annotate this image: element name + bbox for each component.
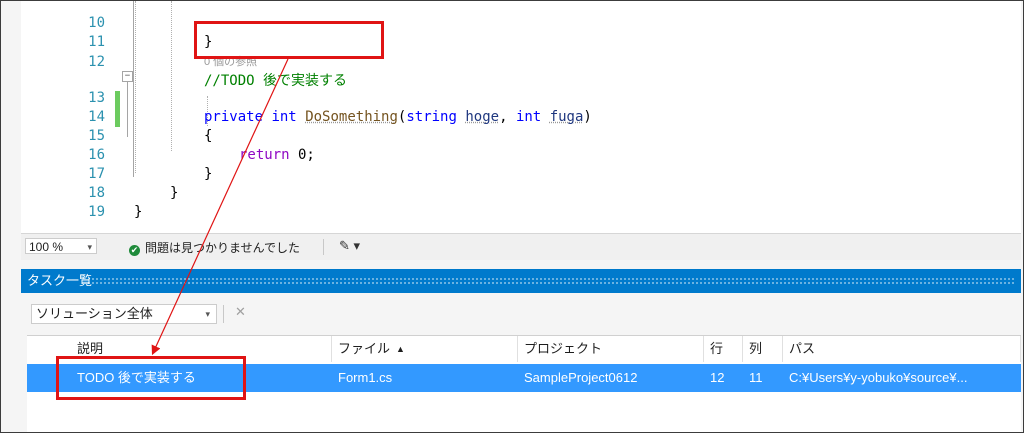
issues-indicator[interactable]: ✔ 問題は見つかりませんでした: [129, 239, 300, 256]
code-line: 10 }: [21, 0, 1021, 50]
editor-status-bar: 100 % ▾ ✔ 問題は見つかりませんでした ✎ ▾: [21, 233, 1021, 260]
column-header-file[interactable]: ファイル ▲: [332, 336, 518, 362]
panel-title: タスク一覧: [27, 273, 93, 288]
zoom-dropdown[interactable]: 100 % ▾: [25, 238, 97, 254]
divider: [223, 305, 224, 323]
code-line: 17 }: [21, 146, 1021, 201]
issues-message: 問題は見つかりませんでした: [145, 241, 301, 255]
cell-project: SampleProject0612: [524, 370, 638, 385]
clear-filter-icon[interactable]: ✕: [235, 304, 246, 320]
annotation-box-task: [56, 356, 246, 400]
column-header-column[interactable]: 列: [743, 336, 783, 362]
zoom-value: 100 %: [29, 240, 64, 254]
task-list-toolbar: ソリューション全体 ▾ ✕: [21, 293, 1021, 335]
column-header-line[interactable]: 行: [704, 336, 743, 362]
drag-grip[interactable]: [87, 277, 1015, 285]
left-margin: [1, 1, 21, 233]
code-line: 15 return 0;: [21, 108, 1021, 163]
code-line: 13 private int DoSomething(string hoge, …: [21, 70, 1021, 125]
line-number: 19: [88, 204, 105, 220]
task-list-header[interactable]: タスク一覧: [21, 269, 1021, 293]
code-line: 18 }: [21, 165, 1021, 220]
cell-path: C:¥Users¥y-yobuko¥source¥...: [789, 370, 968, 385]
annotation-box-code: [194, 21, 384, 59]
code-text: }: [134, 204, 143, 220]
cell-line: 12: [710, 370, 725, 385]
code-line: 14 {: [21, 89, 1021, 144]
column-header-label: ファイル: [338, 341, 391, 356]
check-circle-icon: ✔: [129, 245, 140, 256]
code-line: 12 //TODO 後で実装する: [21, 34, 1021, 89]
code-line: 16 }: [21, 127, 1021, 182]
code-cleanup-icon[interactable]: ✎ ▾: [339, 238, 360, 254]
chevron-down-icon: ▾: [205, 309, 210, 319]
code-line: 19: [21, 184, 1021, 220]
scope-value: ソリューション全体: [36, 306, 153, 321]
column-header-path[interactable]: パス: [783, 336, 1021, 362]
sort-ascending-icon: ▲: [396, 344, 405, 354]
cell-file: Form1.cs: [338, 370, 393, 385]
code-line: 11: [21, 14, 1021, 50]
column-header-project[interactable]: プロジェクト: [518, 336, 704, 362]
cell-column: 11: [749, 370, 763, 385]
code-editor[interactable]: − 10 } 11 12 //TODO 後で実装する 0 個の参照 13 pri…: [21, 1, 1021, 233]
scope-dropdown[interactable]: ソリューション全体 ▾: [31, 304, 217, 324]
chevron-down-icon: ▾: [87, 242, 92, 252]
divider: [323, 239, 324, 255]
